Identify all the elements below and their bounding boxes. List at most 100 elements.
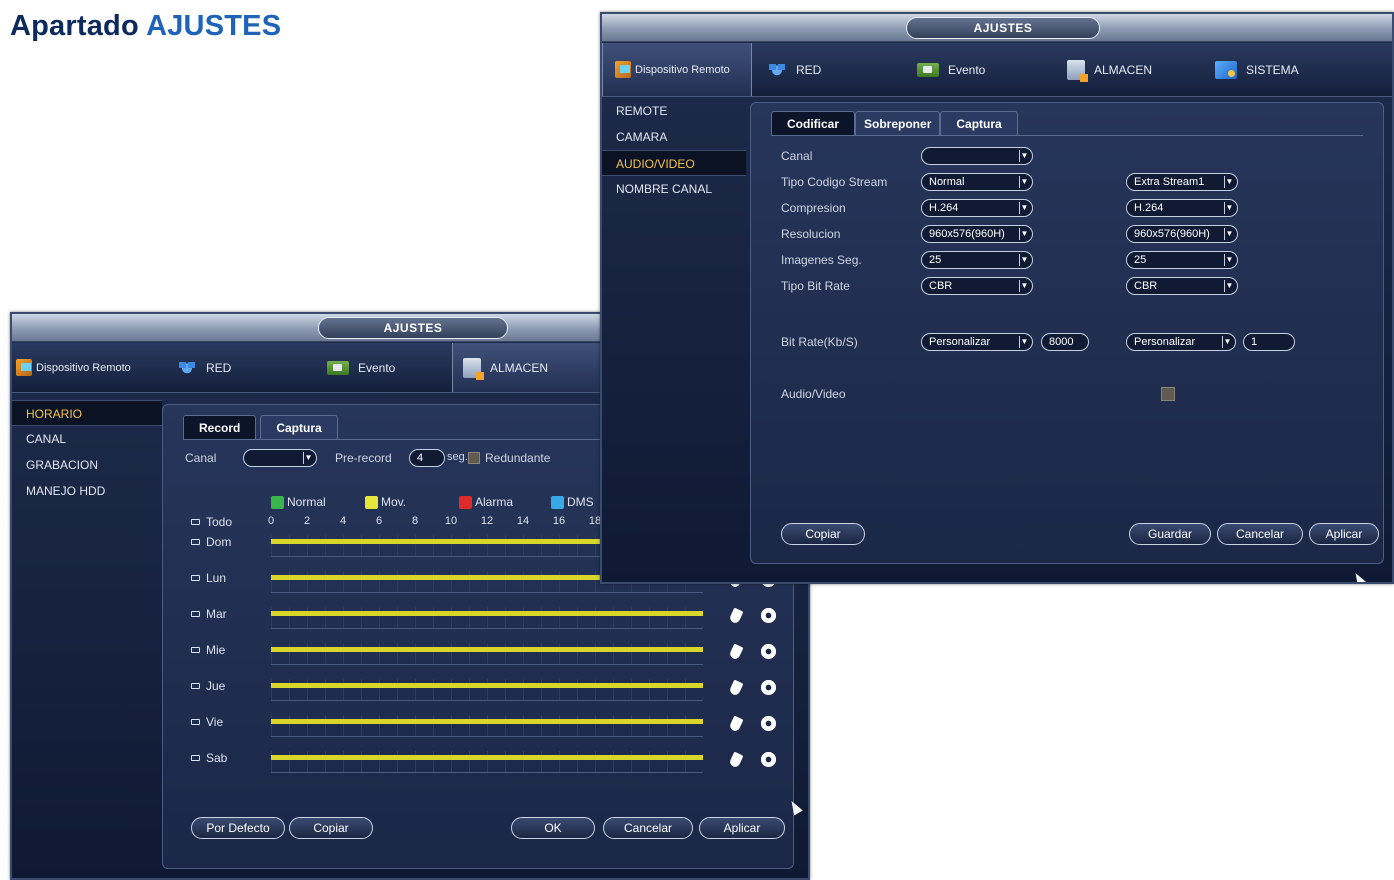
- hour-tick: 16: [552, 515, 566, 527]
- apply-button[interactable]: Aplicar: [699, 817, 785, 839]
- sidebar-item-remote[interactable]: REMOTE: [602, 98, 746, 124]
- front-tab-sistema[interactable]: SISTEMA: [1205, 43, 1355, 96]
- tab-captura[interactable]: Captura: [260, 415, 338, 439]
- bitrate-type-label: Tipo Bit Rate: [781, 279, 850, 293]
- gear-icon[interactable]: [761, 716, 776, 731]
- frame-rate-label: Imagenes Seg.: [781, 253, 862, 267]
- schedule-bar-mar[interactable]: [271, 607, 703, 629]
- front-sidebar: REMOTE CAMARA AUDIO/VIDEO NOMBRE CANAL: [602, 98, 746, 202]
- chevron-down-icon: ▼: [1222, 336, 1232, 348]
- extra-bitrate-input[interactable]: 1: [1243, 333, 1295, 351]
- front-tab-label: Evento: [948, 62, 986, 77]
- audio-video-checkbox[interactable]: [1161, 387, 1175, 401]
- select-value: CBR: [1134, 280, 1158, 292]
- main-resolution-select[interactable]: 960x576(960H) ▼: [921, 225, 1033, 243]
- extra-compression-select[interactable]: H.264 ▼: [1126, 199, 1238, 217]
- chevron-down-icon: ▼: [1019, 176, 1029, 188]
- mouse-cursor-icon: [1351, 570, 1367, 582]
- schedule-bar-vie[interactable]: [271, 715, 703, 737]
- redundante-checkbox[interactable]: [468, 452, 480, 464]
- device-icon: [16, 359, 32, 376]
- extra-bitrate-type-select[interactable]: CBR ▼: [1126, 277, 1238, 295]
- select-value: Normal: [929, 176, 965, 188]
- save-button[interactable]: Guardar: [1129, 523, 1211, 545]
- front-title-bar: AJUSTES: [602, 14, 1392, 42]
- back-tab-evento[interactable]: Evento: [317, 343, 452, 392]
- cancel-button[interactable]: Cancelar: [603, 817, 693, 839]
- tab-record[interactable]: Record: [183, 415, 257, 439]
- gear-icon[interactable]: [761, 644, 776, 659]
- edit-pencil-icon[interactable]: [728, 607, 744, 625]
- sidebar-item-audio-video[interactable]: AUDIO/VIDEO: [602, 150, 746, 176]
- system-icon: [1215, 60, 1237, 79]
- extra-stream-type-select[interactable]: Extra Stream1 ▼: [1126, 173, 1238, 191]
- front-content-panel: Codificar Sobreponer Captura Canal ▼ Tip…: [750, 102, 1384, 564]
- front-tab-almacen[interactable]: ALMACEN: [1057, 43, 1205, 96]
- event-icon: [327, 360, 349, 375]
- cancel-button[interactable]: Cancelar: [1217, 523, 1303, 545]
- schedule-fill: [271, 755, 703, 760]
- edit-pencil-icon[interactable]: [728, 679, 744, 697]
- edit-pencil-icon[interactable]: [728, 715, 744, 733]
- network-icon: [177, 359, 197, 376]
- copy-button[interactable]: Copiar: [289, 817, 373, 839]
- sidebar-item-manejo-hdd[interactable]: MANEJO HDD: [12, 478, 162, 504]
- main-stream-type-select[interactable]: Normal ▼: [921, 173, 1033, 191]
- front-tab-dispositivo-remoto[interactable]: Dispositivo Remoto: [602, 43, 752, 96]
- sidebar-item-grabacion[interactable]: GRABACION: [12, 452, 162, 478]
- chevron-down-icon: ▼: [303, 452, 313, 464]
- day-row-sab: Sab: [191, 751, 227, 765]
- schedule-bar-mie[interactable]: [271, 643, 703, 665]
- schedule-bar-sab[interactable]: [271, 751, 703, 773]
- copy-button[interactable]: Copiar: [781, 523, 865, 545]
- por-defecto-button[interactable]: Por Defecto: [191, 817, 285, 839]
- ok-button[interactable]: OK: [511, 817, 595, 839]
- gear-icon[interactable]: [761, 752, 776, 767]
- device-icon: [615, 61, 631, 78]
- main-bitrate-input[interactable]: 8000: [1041, 333, 1089, 351]
- chevron-down-icon: ▼: [1224, 202, 1234, 214]
- schedule-bar-jue[interactable]: [271, 679, 703, 701]
- tab-codificar[interactable]: Codificar: [771, 111, 856, 135]
- heading-highlight: AJUSTES: [146, 10, 282, 42]
- legend-dms: DMS: [551, 495, 594, 509]
- extra-frame-rate-select[interactable]: 25 ▼: [1126, 251, 1238, 269]
- canal-select[interactable]: ▼: [243, 449, 317, 467]
- gear-icon[interactable]: [761, 608, 776, 623]
- hour-tick: 6: [375, 515, 383, 527]
- extra-bitrate-mode-select[interactable]: Personalizar ▼: [1126, 333, 1236, 351]
- front-tab-evento[interactable]: Evento: [907, 43, 1057, 96]
- camera-icon: [191, 539, 200, 545]
- extra-resolution-select[interactable]: 960x576(960H) ▼: [1126, 225, 1238, 243]
- main-compression-select[interactable]: H.264 ▼: [921, 199, 1033, 217]
- front-tab-red[interactable]: RED: [757, 43, 907, 96]
- back-tab-dispositivo-remoto[interactable]: Dispositivo Remoto: [12, 343, 162, 392]
- main-bitrate-type-select[interactable]: CBR ▼: [921, 277, 1033, 295]
- edit-pencil-icon[interactable]: [728, 643, 744, 661]
- camera-icon: [191, 683, 200, 689]
- sidebar-item-horario[interactable]: HORARIO: [12, 400, 162, 426]
- prerecord-input[interactable]: 4: [409, 449, 445, 467]
- back-sub-tabs: Record Captura: [183, 415, 338, 439]
- sidebar-item-nombre-canal[interactable]: NOMBRE CANAL: [602, 176, 746, 202]
- main-frame-rate-select[interactable]: 25 ▼: [921, 251, 1033, 269]
- legend-label: Alarma: [475, 495, 514, 509]
- day-label: Dom: [206, 535, 232, 549]
- tab-captura[interactable]: Captura: [940, 111, 1018, 135]
- sidebar-item-camara[interactable]: CAMARA: [602, 124, 746, 150]
- camera-icon: [191, 575, 200, 581]
- tab-sobreponer[interactable]: Sobreponer: [855, 111, 941, 135]
- back-tab-red[interactable]: RED: [167, 343, 317, 392]
- todo-row[interactable]: Todo: [191, 515, 232, 529]
- front-tabs-underline: [771, 135, 1363, 136]
- sidebar-item-canal[interactable]: CANAL: [12, 426, 162, 452]
- front-tab-label: RED: [796, 62, 822, 77]
- back-tab-almacen[interactable]: ALMACEN: [452, 343, 604, 392]
- apply-button[interactable]: Aplicar: [1309, 523, 1379, 545]
- edit-pencil-icon[interactable]: [728, 751, 744, 769]
- gear-icon[interactable]: [761, 680, 776, 695]
- select-value: 25: [1134, 254, 1147, 266]
- main-bitrate-mode-select[interactable]: Personalizar ▼: [921, 333, 1033, 351]
- back-window-title: AJUSTES: [318, 317, 508, 339]
- canal-select[interactable]: ▼: [921, 147, 1033, 165]
